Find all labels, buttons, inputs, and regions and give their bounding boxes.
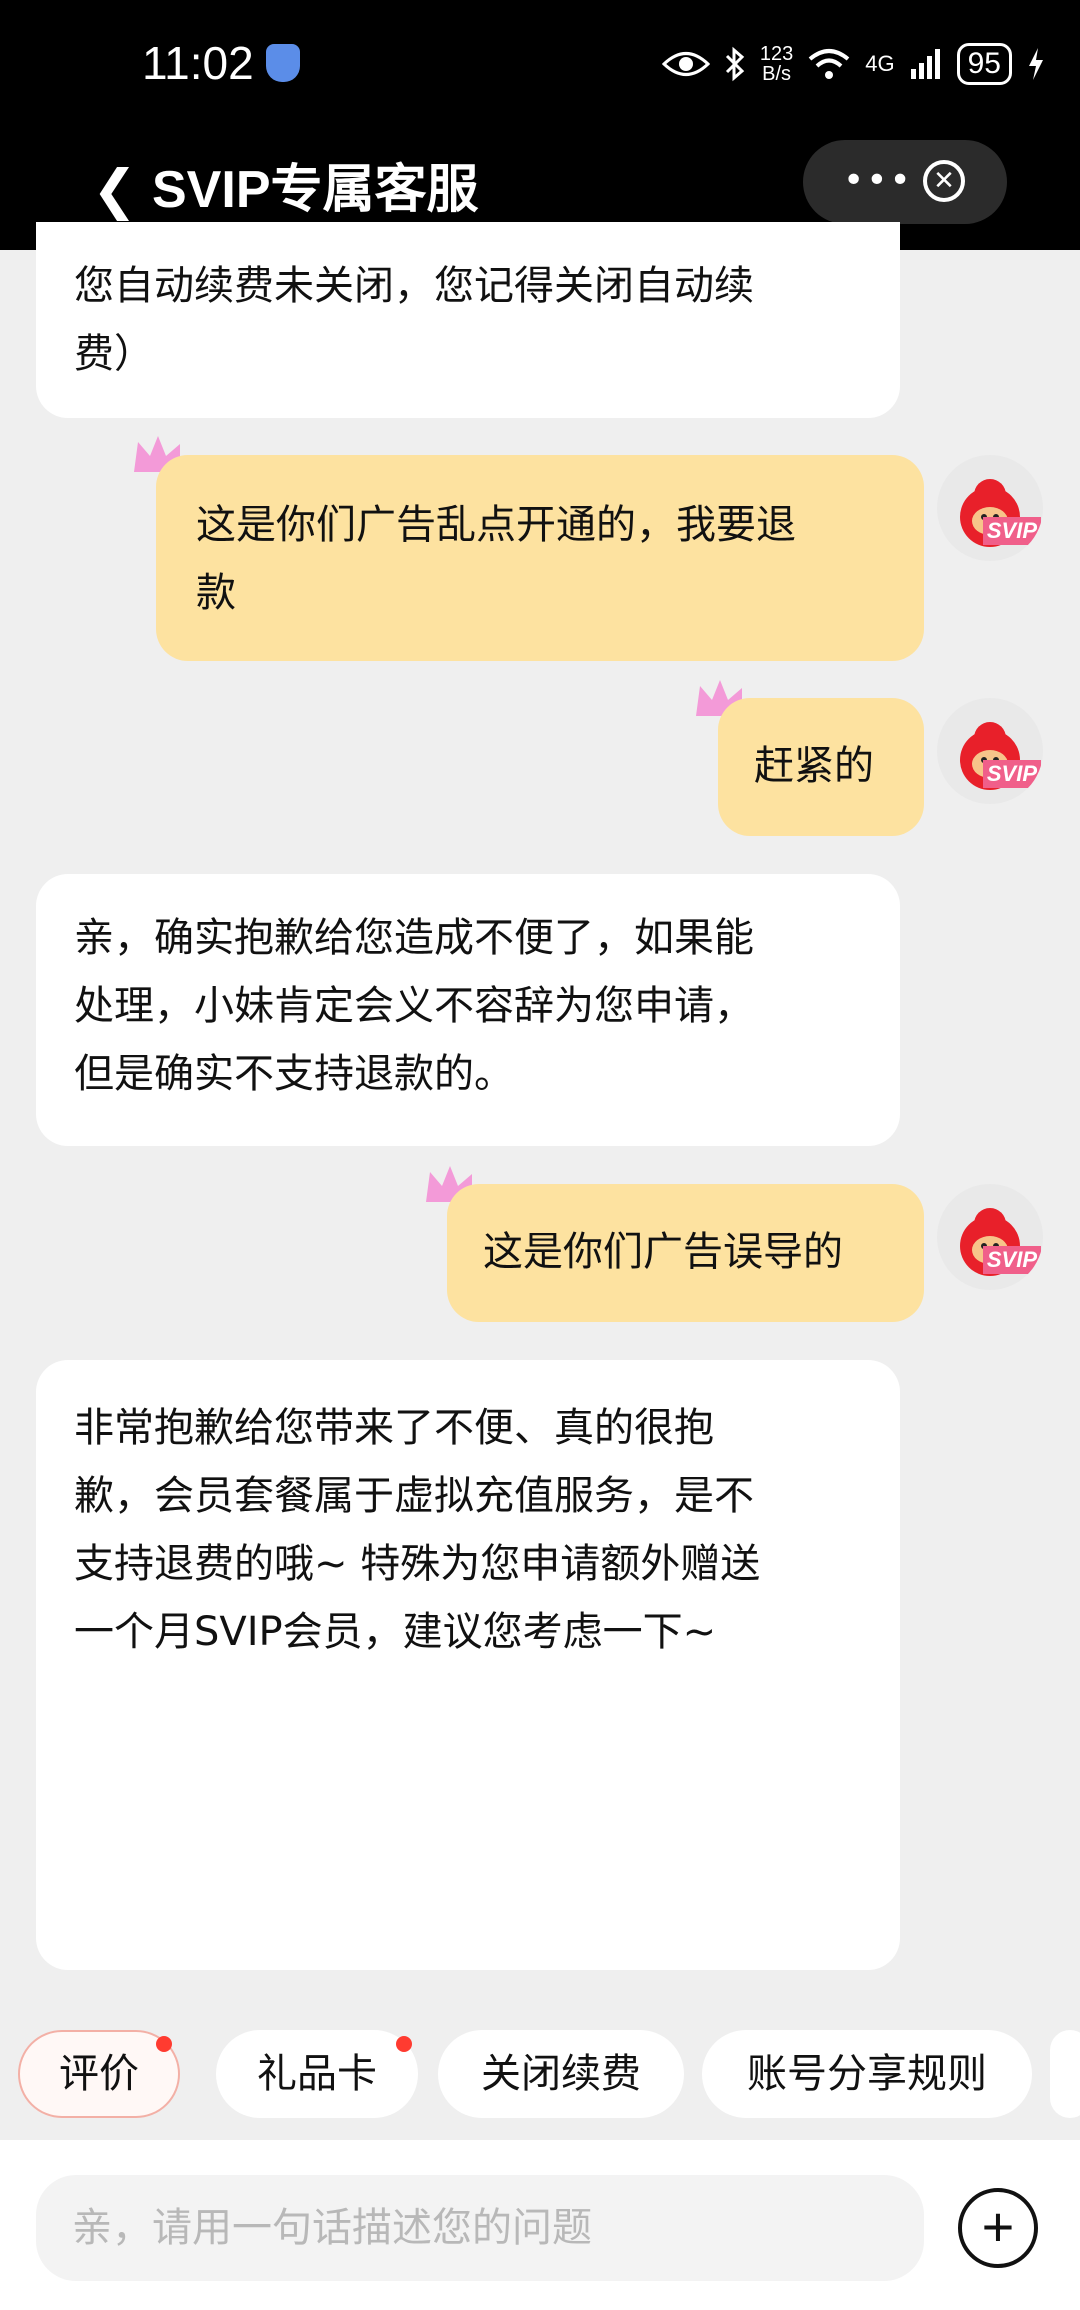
avatar: SVIP: [937, 455, 1043, 561]
wifi-icon: [808, 49, 850, 79]
clock: 11:02: [142, 37, 254, 89]
notification-dot: [156, 2036, 172, 2052]
tag-cancel-renewal[interactable]: 关闭续费: [438, 2030, 684, 2118]
monkey-avatar-icon: [960, 1208, 1020, 1276]
notification-dot: [396, 2036, 412, 2052]
user-message: 赶紧的: [718, 698, 924, 836]
svip-badge: SVIP: [982, 760, 1041, 788]
status-icons: 123 B/s 4G 95: [661, 36, 1046, 92]
avatar: SVIP: [937, 698, 1043, 804]
svip-badge: SVIP: [982, 1246, 1041, 1274]
battery-indicator: 95: [956, 43, 1012, 85]
message-input[interactable]: [36, 2175, 924, 2281]
tag-gift-card[interactable]: 礼品卡: [216, 2030, 418, 2118]
tag-account-share-rules[interactable]: 账号分享规则: [702, 2030, 1032, 2118]
close-icon[interactable]: ✕: [923, 160, 965, 202]
network-type: 4G: [865, 51, 895, 76]
monkey-avatar-icon: [960, 479, 1020, 547]
tag-more-partial[interactable]: [1050, 2030, 1080, 2118]
bluetooth-icon: [725, 46, 745, 82]
svip-badge: SVIP: [982, 517, 1041, 545]
signal-icon: [910, 49, 940, 79]
avatar: SVIP: [937, 1184, 1043, 1290]
charging-icon: [1029, 48, 1043, 80]
agent-message: 非常抱歉给您带来了不便、真的很抱 歉，会员套餐属于虚拟充值服务，是不 支持退费的…: [36, 1360, 900, 1970]
status-bar: 11:02 123 B/s 4G 95: [0, 0, 1080, 130]
agent-message: 亲，确实抱歉给您造成不便了，如果能 处理，小妹肯定会义不容辞为您申请， 但是确实…: [36, 874, 900, 1146]
top-bar: 11:02 123 B/s 4G 95 ❮ SVIP专属客服 ••• ✕: [0, 0, 1080, 250]
user-message: 这是你们广告误导的: [447, 1184, 924, 1322]
quick-tags-bar: 评价 礼品卡 关闭续费 账号分享规则: [0, 2000, 1080, 2140]
agent-message: 您自动续费未关闭，您记得关闭自动续 费）: [36, 222, 900, 418]
mini-program-capsule: ••• ✕: [803, 140, 1007, 224]
net-speed: 123 B/s: [759, 43, 794, 85]
page-title: SVIP专属客服: [152, 161, 479, 219]
input-bar: +: [0, 2140, 1080, 2310]
more-icon[interactable]: •••: [843, 160, 913, 201]
monkey-avatar-icon: [960, 722, 1020, 790]
user-message: 这是你们广告乱点开通的，我要退 款: [156, 455, 924, 661]
back-icon[interactable]: ❮: [92, 160, 137, 220]
eye-icon: [661, 52, 710, 76]
shield-icon: [266, 44, 300, 82]
plus-icon[interactable]: +: [958, 2188, 1038, 2268]
